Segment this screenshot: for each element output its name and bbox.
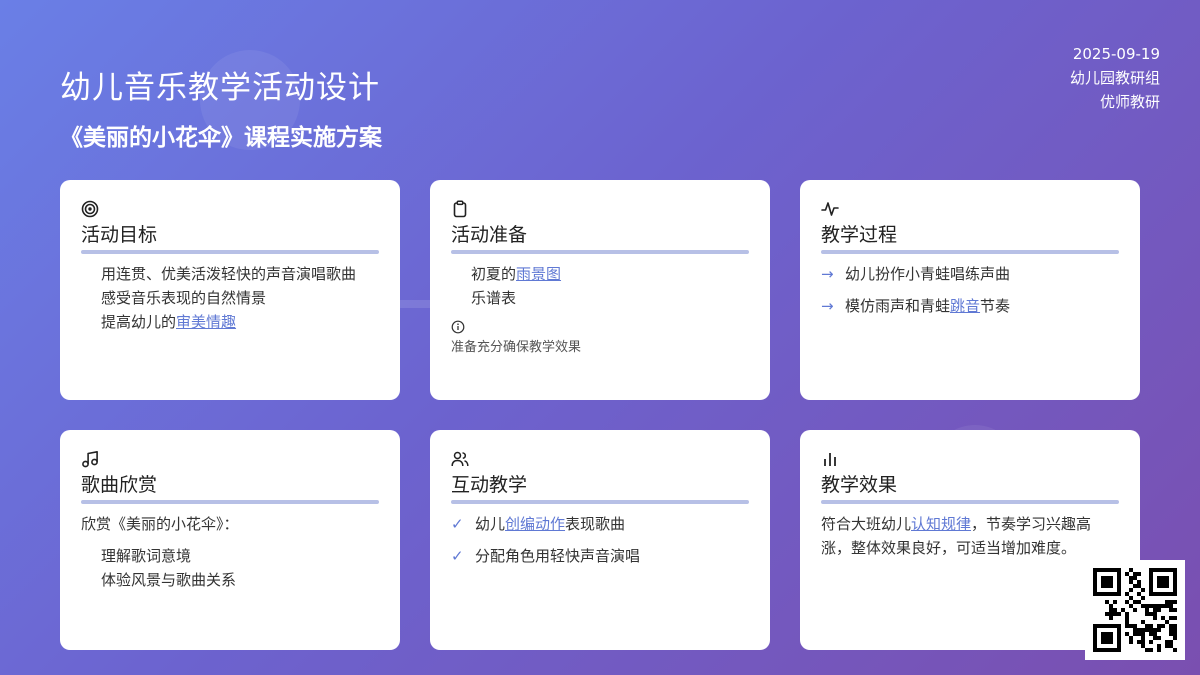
card-interactive-teaching: 互动教学 ✓ 幼儿创编动作表现歌曲 ✓ 分配角色用轻快声音演唱 [430, 430, 770, 650]
staccato-link[interactable]: 跳音 [950, 297, 980, 315]
list-item: 提高幼儿的审美情趣 [101, 310, 379, 334]
item-text: 初夏的 [471, 265, 517, 283]
title-underline [451, 250, 749, 254]
card-title: 互动教学 [451, 474, 528, 496]
interactive-list: ✓ 幼儿创编动作表现歌曲 ✓ 分配角色用轻快声音演唱 [451, 512, 749, 568]
title-underline [81, 250, 379, 254]
list-item: 体验风景与歌曲关系 [101, 571, 237, 589]
prep-note: 准备充分确保教学效果 [451, 320, 749, 355]
card-title: 歌曲欣赏 [81, 474, 158, 496]
qr-code-image [1093, 568, 1177, 652]
item-text-prefix: 幼儿 [475, 515, 506, 533]
goals-list: 用连贯、优美活泼轻快的声音演唱歌曲 感受音乐表现的自然情景 提高幼儿的审美情趣 [81, 262, 379, 334]
org-label: 幼儿园教研组 [1069, 69, 1160, 87]
check-icon: ✓ [451, 515, 464, 533]
rain-scene-link[interactable]: 雨景图 [516, 265, 561, 283]
header-meta: 2025-09-19 幼儿园教研组 优师教研 [1070, 42, 1160, 114]
date-label: 2025-09-19 [1072, 45, 1160, 63]
create-movements-link[interactable]: 创编动作 [505, 515, 565, 533]
arrow-right-icon: → [821, 265, 834, 283]
list-item: 初夏的雨景图 [471, 262, 749, 286]
list-item: → 模仿雨声和青蛙跳音节奏 [821, 294, 1119, 318]
title-underline [821, 250, 1119, 254]
item-text: 提高幼儿的 [101, 313, 177, 331]
appreciation-list: 理解歌词意境 体验风景与歌曲关系 [81, 544, 379, 592]
info-icon [451, 320, 749, 336]
page-subtitle: 《美丽的小花伞》课程实施方案 [60, 125, 382, 151]
title-underline [81, 500, 379, 504]
check-icon: ✓ [451, 547, 464, 565]
card-title: 活动目标 [81, 224, 158, 246]
list-item: ✓ 幼儿创编动作表现歌曲 [451, 512, 749, 536]
team-label: 优师教研 [1099, 93, 1160, 111]
item-text-suffix: 节奏 [980, 297, 1011, 315]
list-item: ✓ 分配角色用轻快声音演唱 [451, 544, 749, 568]
card-song-appreciation: 歌曲欣赏 欣赏《美丽的小花伞》： 理解歌词意境 体验风景与歌曲关系 [60, 430, 400, 650]
list-item: 感受音乐表现的自然情景 [101, 289, 267, 307]
music-note-icon [81, 450, 379, 470]
process-list: → 幼儿扮作小青蛙唱练声曲 → 模仿雨声和青蛙跳音节奏 [821, 262, 1119, 318]
appreciation-intro: 欣赏《美丽的小花伞》： [81, 515, 239, 533]
item-text-suffix: 表现歌曲 [565, 515, 626, 533]
card-title: 活动准备 [451, 224, 528, 246]
list-item: → 幼儿扮作小青蛙唱练声曲 [821, 262, 1119, 286]
note-text: 准备充分确保教学效果 [451, 340, 582, 355]
item-text: 幼儿扮作小青蛙唱练声曲 [845, 265, 1011, 283]
item-text-prefix: 模仿雨声和青蛙 [845, 297, 951, 315]
decorative-bar [395, 300, 435, 308]
qr-code[interactable] [1085, 560, 1185, 660]
list-item: 用连贯、优美活泼轻快的声音演唱歌曲 [101, 265, 357, 283]
card-activity-prep: 活动准备 初夏的雨景图 乐谱表 准备充分确保教学效果 [430, 180, 770, 400]
aesthetic-interest-link[interactable]: 审美情趣 [176, 313, 236, 331]
bar-chart-icon [821, 450, 1119, 470]
users-icon [451, 450, 749, 470]
clipboard-icon [451, 200, 749, 220]
item-text: 幼儿创编动作表现歌曲 [475, 512, 625, 536]
page-title: 幼儿音乐教学活动设计 [60, 70, 380, 106]
effect-text-prefix: 符合大班幼儿 [821, 515, 912, 533]
title-underline [451, 500, 749, 504]
target-icon [81, 200, 379, 220]
card-activity-goals: 活动目标 用连贯、优美活泼轻快的声音演唱歌曲 感受音乐表现的自然情景 提高幼儿的… [60, 180, 400, 400]
activity-icon [821, 200, 1119, 220]
list-item: 理解歌词意境 [101, 547, 192, 565]
prep-list: 初夏的雨景图 乐谱表 [451, 262, 749, 310]
cognitive-rules-link[interactable]: 认知规律 [911, 515, 971, 533]
list-item: 乐谱表 [471, 289, 517, 307]
card-title: 教学效果 [821, 474, 898, 496]
arrow-right-icon: → [821, 297, 834, 315]
title-underline [821, 500, 1119, 504]
card-title: 教学过程 [821, 224, 898, 246]
item-text: 模仿雨声和青蛙跳音节奏 [845, 294, 1010, 318]
card-teaching-process: 教学过程 → 幼儿扮作小青蛙唱练声曲 → 模仿雨声和青蛙跳音节奏 [800, 180, 1140, 400]
effect-paragraph: 符合大班幼儿认知规律，节奏学习兴趣高涨，整体效果良好，可适当增加难度。 [821, 512, 1119, 560]
item-text: 分配角色用轻快声音演唱 [475, 547, 641, 565]
